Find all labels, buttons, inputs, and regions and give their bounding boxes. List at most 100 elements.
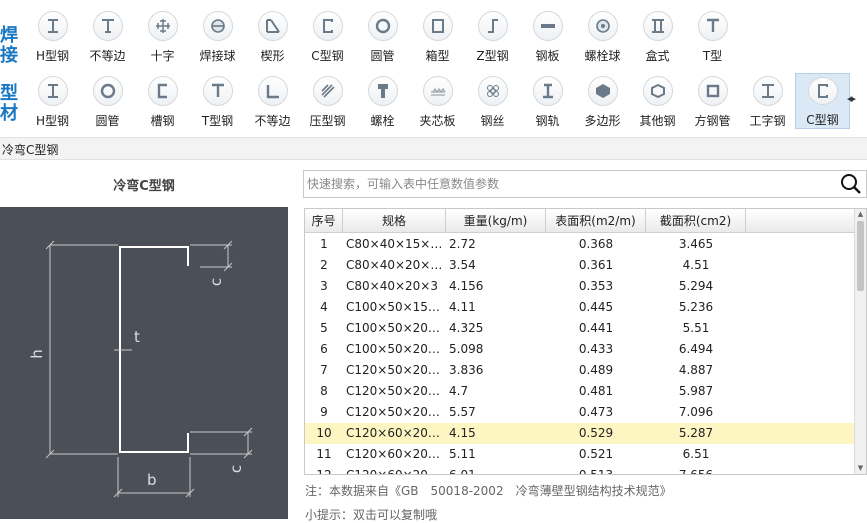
table-row[interactable]: 11 C120×60×20… 5.11 0.521 6.51 <box>305 444 855 465</box>
search-button[interactable] <box>836 171 866 197</box>
angle-icon <box>257 76 288 106</box>
tool-label: 螺栓球 <box>584 49 621 63</box>
column-header-spec[interactable]: 规格 <box>343 209 446 233</box>
toolbar-scroll-arrows[interactable]: ◂▸ <box>847 92 867 108</box>
table-row[interactable]: 7 C120×50×20… 3.836 0.489 4.887 <box>305 360 855 381</box>
round-tube-icon <box>92 76 123 106</box>
cell-index: 6 <box>320 342 328 356</box>
tool-wedge[interactable]: 楔形 <box>245 8 300 64</box>
group-label-char: 焊 <box>0 25 18 46</box>
column-header-surface-area[interactable]: 表面积(m2/m) <box>546 209 646 233</box>
group-label-welded: 焊 接 <box>0 26 20 66</box>
cell-index: 9 <box>320 405 328 419</box>
cell-index: 4 <box>320 300 328 314</box>
table-row[interactable]: 1 C80×40×15×… 2.72 0.368 3.465 <box>305 234 855 255</box>
tool-label: 其他钢 <box>639 114 676 128</box>
table-row[interactable]: 2 C80×40×20×… 3.54 0.361 4.51 <box>305 255 855 276</box>
table-row[interactable]: 12 C120×60×20… 6.01 0.513 7.656 <box>305 465 855 475</box>
tool-profiled-steel[interactable]: 压型钢 <box>300 73 355 129</box>
tool-label: 钢轨 <box>535 114 560 128</box>
search-icon <box>841 174 861 194</box>
column-header-weight[interactable]: 重量(kg/m) <box>446 209 546 233</box>
tool-steel-plate[interactable]: 钢板 <box>520 8 575 64</box>
c-channel-icon <box>807 77 838 105</box>
welded-sections-row: H型钢 不等边 十字 焊接球 楔形 C型钢 圆管 箱型 Z型钢 钢板 螺栓球 盒式 T型 <box>25 8 740 66</box>
column-header-index[interactable]: 序号 <box>305 209 343 233</box>
tool-angle[interactable]: 不等边 <box>245 73 300 129</box>
tool-h-beam[interactable]: H型钢 <box>25 73 80 129</box>
h-beam-icon <box>37 11 68 41</box>
cell-spec: C80×40×15×… <box>346 237 443 251</box>
cell-spec: C80×40×20×3 <box>346 279 438 293</box>
dim-label-c-top: c <box>207 277 226 287</box>
tool-label: 多边形 <box>584 114 621 128</box>
tool-rail[interactable]: 钢轨 <box>520 73 575 129</box>
table-row[interactable]: 3 C80×40×20×3 4.156 0.353 5.294 <box>305 276 855 297</box>
cell-surface-area: 0.445 <box>578 300 614 314</box>
group-label-profiles: 型 材 <box>0 84 20 124</box>
rail-icon <box>532 76 563 106</box>
cell-index: 12 <box>316 468 332 475</box>
cell-surface-area: 0.353 <box>578 279 614 293</box>
tool-round-tube[interactable]: 圆管 <box>355 8 410 64</box>
search-input[interactable] <box>304 171 834 197</box>
cell-weight: 4.156 <box>449 279 484 293</box>
tool-label: 钢丝 <box>480 114 505 128</box>
cell-index: 5 <box>320 321 328 335</box>
cell-index: 1 <box>320 237 328 251</box>
tool-label: 不等边 <box>254 114 291 128</box>
tool-sandwich-panel[interactable]: 夹芯板 <box>410 73 465 129</box>
table-row[interactable]: 5 C100×50×20… 4.325 0.441 5.51 <box>305 318 855 339</box>
table-row[interactable]: 8 C120×50×20… 4.7 0.481 5.987 <box>305 381 855 402</box>
tool-box-section[interactable]: 箱型 <box>410 8 465 64</box>
group-label-char: 材 <box>0 103 18 124</box>
tool-label: 钢板 <box>535 49 560 63</box>
tool-square-tube[interactable]: 方钢管 <box>685 73 740 129</box>
tool-z-section[interactable]: Z型钢 <box>465 8 520 64</box>
tool-label: T型钢 <box>201 114 234 128</box>
scroll-thumb[interactable] <box>857 221 864 291</box>
column-header-section-area[interactable]: 截面积(cm2) <box>646 209 746 233</box>
cell-section-area: 7.096 <box>678 405 714 419</box>
tool-label: 压型钢 <box>309 114 346 128</box>
scroll-up-icon[interactable]: ▲ <box>855 209 866 220</box>
tool-steel-wire[interactable]: 钢丝 <box>465 73 520 129</box>
dim-label-c-bottom: c <box>227 464 246 474</box>
table-row[interactable]: 4 C100×50×15… 4.11 0.445 5.236 <box>305 297 855 318</box>
table-row[interactable]: 10 C120×60×20… 4.15 0.529 5.287 <box>305 423 855 444</box>
tool-round-tube[interactable]: 圆管 <box>80 73 135 129</box>
tool-bolt-ball[interactable]: 螺栓球 <box>575 8 630 64</box>
tool-i-beam[interactable]: 工字钢 <box>740 73 795 129</box>
cell-spec: C120×50×20… <box>346 405 440 419</box>
tool-t-section[interactable]: T型钢 <box>190 73 245 129</box>
tool-box-type[interactable]: 盒式 <box>630 8 685 64</box>
table-row[interactable]: 9 C120×50×20… 5.57 0.473 7.096 <box>305 402 855 423</box>
tool-polygon[interactable]: 多边形 <box>575 73 630 129</box>
cell-spec: C100×50×15… <box>346 300 440 314</box>
steel-plate-icon <box>532 11 563 41</box>
tool-bolt[interactable]: 螺栓 <box>355 73 410 129</box>
cell-spec: C120×60×20… <box>346 447 440 461</box>
tool-channel[interactable]: 槽钢 <box>135 73 190 129</box>
cell-weight: 5.11 <box>449 447 476 461</box>
tool-h-beam[interactable]: H型钢 <box>25 8 80 64</box>
group-label-char: 接 <box>0 45 18 66</box>
tool-cross[interactable]: 十字 <box>135 8 190 64</box>
data-table: 序号 规格 重量(kg/m) 表面积(m2/m) 截面积(cm2) 1 C80×4… <box>304 208 867 475</box>
sandwich-panel-icon <box>422 76 453 106</box>
tool-other-steel[interactable]: 其他钢 <box>630 73 685 129</box>
tool-label: 槽钢 <box>150 114 175 128</box>
tool-welded-ball[interactable]: 焊接球 <box>190 8 245 64</box>
cell-index: 8 <box>320 384 328 398</box>
tool-unequal-i[interactable]: 不等边 <box>80 8 135 64</box>
tool-label: 夹芯板 <box>419 114 456 128</box>
table-row[interactable]: 6 C100×50×20… 5.098 0.433 6.494 <box>305 339 855 360</box>
tool-c-channel[interactable]: C型钢 <box>300 8 355 64</box>
tool-c-channel[interactable]: C型钢 <box>795 73 850 129</box>
z-section-icon <box>477 11 508 41</box>
tool-t-section[interactable]: T型 <box>685 8 740 64</box>
scroll-down-icon[interactable]: ▼ <box>855 463 866 474</box>
table-scrollbar[interactable]: ▲ ▼ <box>854 209 866 474</box>
c-channel-icon <box>312 11 343 41</box>
breadcrumb-bar: 冷弯C型钢 <box>0 137 867 160</box>
